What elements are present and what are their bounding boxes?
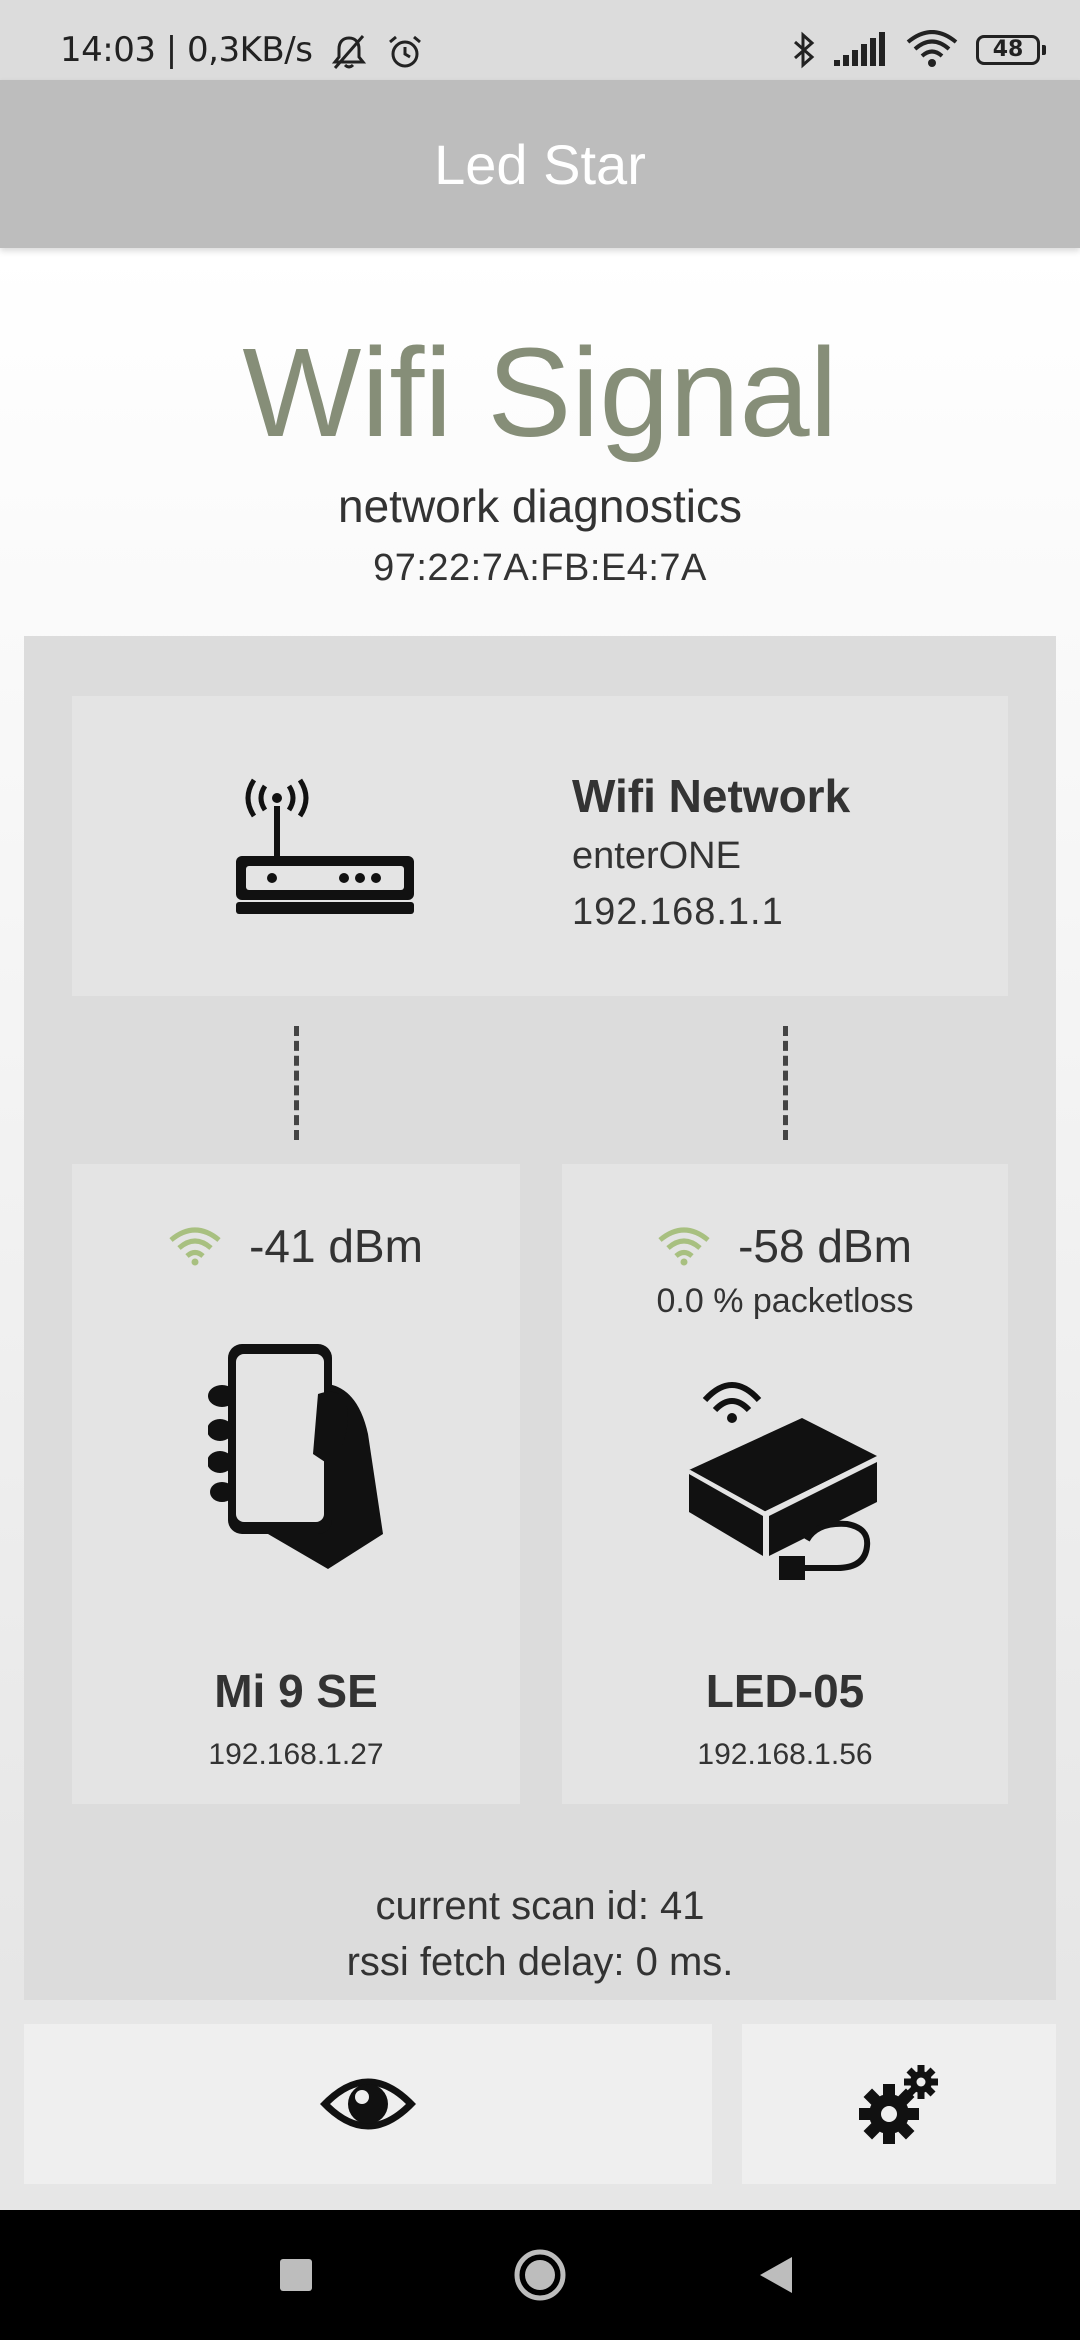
page-subtitle: network diagnostics: [338, 480, 742, 532]
scan-id: current scan id: 41: [375, 1884, 705, 1928]
phone-device-name: Mi 9 SE: [214, 1665, 378, 1717]
settings-button[interactable]: [742, 2024, 1056, 2184]
wifi-box-icon: [688, 1382, 878, 1580]
recents-icon: [280, 2259, 312, 2291]
led-device-name: LED-05: [705, 1665, 865, 1717]
connection-line-phone: [294, 1026, 299, 1140]
phone-device-ip: 192.168.1.27: [208, 1738, 384, 1771]
status-right: 48: [792, 28, 1046, 72]
led-signal: -58 dBm: [562, 1216, 1008, 1276]
navigation-bar: [0, 2210, 1080, 2340]
diagnostics-panel: Wifi Network enterONE 192.168.1.1 -41 dB…: [24, 636, 1056, 2000]
router-ip: 192.168.1.1: [572, 891, 784, 933]
home-button[interactable]: [460, 2210, 620, 2340]
battery-level: 48: [992, 37, 1024, 62]
status-left: 14:03 | 0,3KB/s: [60, 30, 425, 72]
page-title: Wifi Signal: [242, 322, 838, 463]
rssi-fetch-delay: rssi fetch delay: 0 ms.: [346, 1940, 734, 1984]
phone-in-hand-icon: [208, 1344, 383, 1569]
phone-signal-value: -41 dBm: [249, 1220, 423, 1272]
connection-line-led: [783, 1026, 788, 1140]
battery-icon: 48: [976, 35, 1046, 65]
router-label: Wifi Network: [572, 770, 851, 822]
alarm-icon: [389, 36, 422, 68]
gear-icon: [859, 2065, 938, 2144]
bluetooth-icon: [794, 31, 815, 69]
status-time-speed: 14:03 | 0,3KB/s: [60, 30, 313, 70]
wifi-strength-icon: [169, 1227, 221, 1266]
led-device-card: -58 dBm 0.0 % packetloss LED-05 192.168.…: [562, 1164, 1008, 1804]
led-device-ip: 192.168.1.56: [697, 1738, 873, 1771]
router-ssid: enterONE: [572, 835, 741, 877]
led-signal-value: -58 dBm: [738, 1220, 912, 1272]
app-bar: Led Star: [0, 80, 1080, 248]
view-button[interactable]: [24, 2024, 712, 2184]
wifi-icon: [906, 30, 958, 67]
back-icon: [760, 2257, 792, 2293]
cell-signal-icon: [834, 32, 885, 66]
mute-icon: [331, 35, 366, 70]
mac-address: 97:22:7A:FB:E4:7A: [373, 547, 707, 589]
router-info: Wifi Network enterONE 192.168.1.1: [572, 766, 850, 940]
eye-icon: [320, 2078, 416, 2130]
app-title: Led Star: [434, 132, 646, 196]
back-button[interactable]: [696, 2210, 856, 2340]
phone-signal: -41 dBm: [72, 1216, 520, 1276]
recents-button[interactable]: [216, 2210, 376, 2340]
phone-device-card: -41 dBm Mi 9 SE 192.168.1.27: [72, 1164, 520, 1804]
status-bar: 14:03 | 0,3KB/s 48: [0, 0, 1080, 80]
router-card: Wifi Network enterONE 192.168.1.1: [72, 696, 1008, 996]
home-icon: [514, 2249, 566, 2301]
router-icon: [236, 778, 414, 914]
led-packetloss: 0.0 % packetloss: [656, 1282, 914, 1320]
wifi-strength-icon: [658, 1227, 710, 1266]
scan-info: current scan id: 41 rssi fetch delay: 0 …: [24, 1878, 1056, 1990]
